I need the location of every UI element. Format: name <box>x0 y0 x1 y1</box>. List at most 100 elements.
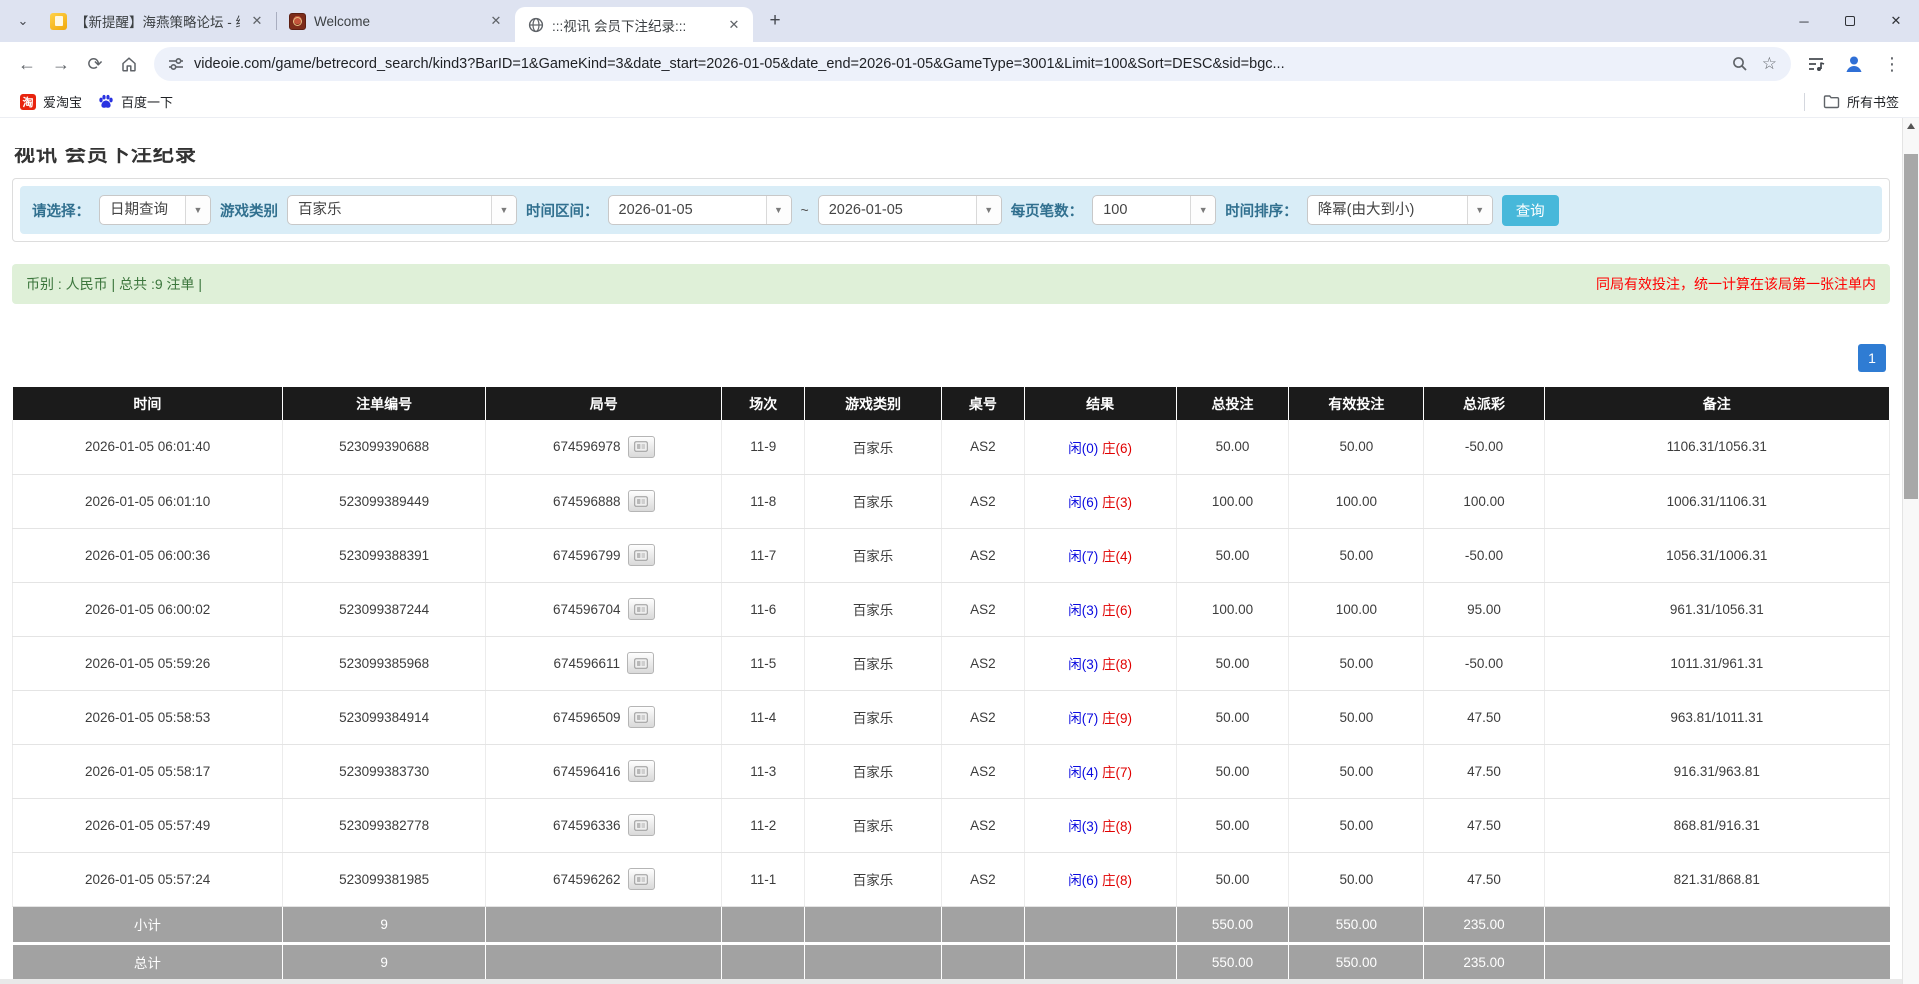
tab-search-icon[interactable]: ⌄ <box>8 6 38 36</box>
cell-payout: 47.50 <box>1424 744 1544 798</box>
round-number: 674596799 <box>553 548 621 563</box>
tab-welcome[interactable]: Welcome ✕ <box>277 0 515 42</box>
cell-session: 11-3 <box>722 744 805 798</box>
cell-total-bet[interactable]: 50.00 <box>1176 852 1289 906</box>
game-kind-select[interactable]: 百家乐 ▼ <box>287 195 517 225</box>
browser-menu-icon[interactable]: ⋮ <box>1875 47 1909 81</box>
cell-total-bet[interactable]: 50.00 <box>1176 420 1289 474</box>
close-window-button[interactable]: ✕ <box>1873 0 1919 42</box>
cell-bet-id: 523099382778 <box>283 798 486 852</box>
zoom-icon[interactable] <box>1732 56 1748 72</box>
cell-round: 674596509 <box>485 690 722 744</box>
cell-table-no: AS2 <box>942 528 1025 582</box>
cell-bet-id: 523099389449 <box>283 474 486 528</box>
chevron-down-icon[interactable]: ▼ <box>1190 196 1215 224</box>
round-detail-button[interactable] <box>628 490 655 512</box>
address-bar[interactable]: videoie.com/game/betrecord_search/kind3?… <box>154 47 1791 81</box>
round-detail-button[interactable] <box>628 544 655 566</box>
query-type-select[interactable]: 日期查询 ▼ <box>99 195 211 225</box>
back-icon[interactable]: ← <box>10 47 44 81</box>
cell-note: 1006.31/1106.31 <box>1544 474 1889 528</box>
chevron-down-icon[interactable]: ▼ <box>1467 196 1492 224</box>
column-header[interactable]: 总投注 <box>1176 387 1289 420</box>
chevron-down-icon[interactable]: ▼ <box>976 196 1001 224</box>
vertical-scrollbar[interactable] <box>1902 118 1919 984</box>
column-header[interactable]: 结果 <box>1024 387 1176 420</box>
cell-total-bet[interactable]: 50.00 <box>1176 690 1289 744</box>
bookmark-label: 百度一下 <box>121 92 173 111</box>
cell-total-bet[interactable]: 50.00 <box>1176 528 1289 582</box>
cell-total-bet[interactable]: 100.00 <box>1176 474 1289 528</box>
sort-select[interactable]: 降幂(由大到小) ▼ <box>1307 195 1493 225</box>
new-tab-button[interactable]: + <box>761 7 789 35</box>
date-end-select[interactable]: 2026-01-05 ▼ <box>818 195 1002 225</box>
cell-total-bet[interactable]: 100.00 <box>1176 582 1289 636</box>
cell-game-kind: 百家乐 <box>805 582 942 636</box>
tab-close-icon[interactable]: ✕ <box>487 12 505 30</box>
round-detail-button[interactable] <box>628 868 655 890</box>
table-row: 2026-01-05 05:58:17 523099383730 6745964… <box>13 744 1890 798</box>
scrollbar-up-arrow-icon[interactable] <box>1903 118 1919 134</box>
cell-total-bet[interactable]: 50.00 <box>1176 798 1289 852</box>
home-icon[interactable] <box>112 47 146 81</box>
scrollbar-thumb[interactable] <box>1904 154 1918 499</box>
cell-round: 674596336 <box>485 798 722 852</box>
chevron-down-icon[interactable]: ▼ <box>766 196 791 224</box>
chevron-down-icon[interactable]: ▼ <box>491 196 516 224</box>
round-detail-button[interactable] <box>628 760 655 782</box>
column-header[interactable]: 游戏类别 <box>805 387 942 420</box>
tab-close-icon[interactable]: ✕ <box>248 12 266 30</box>
bookmark-star-icon[interactable]: ☆ <box>1762 54 1777 74</box>
column-header[interactable]: 场次 <box>722 387 805 420</box>
forward-icon[interactable]: → <box>44 47 78 81</box>
all-bookmarks-button[interactable]: 所有书签 <box>1815 89 1907 114</box>
maximize-button[interactable] <box>1827 0 1873 42</box>
url-text[interactable]: videoie.com/game/betrecord_search/kind3?… <box>194 56 1718 72</box>
cell-time: 2026-01-05 05:57:49 <box>13 798 283 852</box>
minimize-button[interactable]: ─ <box>1781 0 1827 42</box>
page-number-button[interactable]: 1 <box>1858 344 1886 372</box>
column-header[interactable]: 备注 <box>1544 387 1889 420</box>
tab-bet-record-active[interactable]: :::视讯 会员下注纪录::: ✕ <box>515 7 753 42</box>
cell-result: 闲(6) 庄(8) <box>1024 852 1176 906</box>
column-header[interactable]: 总派彩 <box>1424 387 1544 420</box>
date-range-label: 时间区间： <box>526 200 599 221</box>
media-controls-icon[interactable] <box>1799 47 1833 81</box>
profile-avatar[interactable] <box>1837 47 1871 81</box>
column-header[interactable]: 时间 <box>13 387 283 420</box>
search-button[interactable]: 查询 <box>1502 195 1559 226</box>
cell-payout: 47.50 <box>1424 852 1544 906</box>
cell-total-bet[interactable]: 50.00 <box>1176 636 1289 690</box>
cell-time: 2026-01-05 05:58:17 <box>13 744 283 798</box>
cell-game-kind: 百家乐 <box>805 852 942 906</box>
cell-table-no: AS2 <box>942 690 1025 744</box>
date-start-select[interactable]: 2026-01-05 ▼ <box>608 195 792 225</box>
round-detail-button[interactable] <box>628 814 655 836</box>
cell-session: 11-6 <box>722 582 805 636</box>
bookmark-baidu[interactable]: 百度一下 <box>90 89 181 114</box>
tab-forum[interactable]: 【新提醒】海燕策略论坛 - 综合 ✕ <box>38 0 276 42</box>
cell-game-kind: 百家乐 <box>805 420 942 474</box>
cell-time: 2026-01-05 06:00:02 <box>13 582 283 636</box>
round-detail-button[interactable] <box>628 436 655 458</box>
cell-total-bet[interactable]: 50.00 <box>1176 744 1289 798</box>
column-header[interactable]: 注单编号 <box>283 387 486 420</box>
tab-close-icon[interactable]: ✕ <box>725 16 743 34</box>
sort-value: 降幂(由大到小) <box>1308 196 1467 224</box>
site-settings-icon[interactable] <box>168 56 184 72</box>
page-title: 视讯 会员下注纪录 <box>14 148 1888 165</box>
reload-icon[interactable]: ⟳ <box>78 47 112 81</box>
round-detail-button[interactable] <box>628 598 655 620</box>
round-detail-button[interactable] <box>628 706 655 728</box>
cell-time: 2026-01-05 06:00:36 <box>13 528 283 582</box>
chevron-down-icon[interactable]: ▼ <box>185 196 210 224</box>
per-page-select[interactable]: 100 ▼ <box>1092 195 1216 225</box>
bookmark-taobao[interactable]: 淘 爱淘宝 <box>12 89 90 114</box>
round-number: 674596416 <box>553 764 621 779</box>
forum-favicon-icon <box>50 13 67 30</box>
column-header[interactable]: 有效投注 <box>1289 387 1424 420</box>
column-header[interactable]: 局号 <box>485 387 722 420</box>
total-label: 总计 <box>13 943 283 980</box>
round-detail-button[interactable] <box>627 652 654 674</box>
column-header[interactable]: 桌号 <box>942 387 1025 420</box>
